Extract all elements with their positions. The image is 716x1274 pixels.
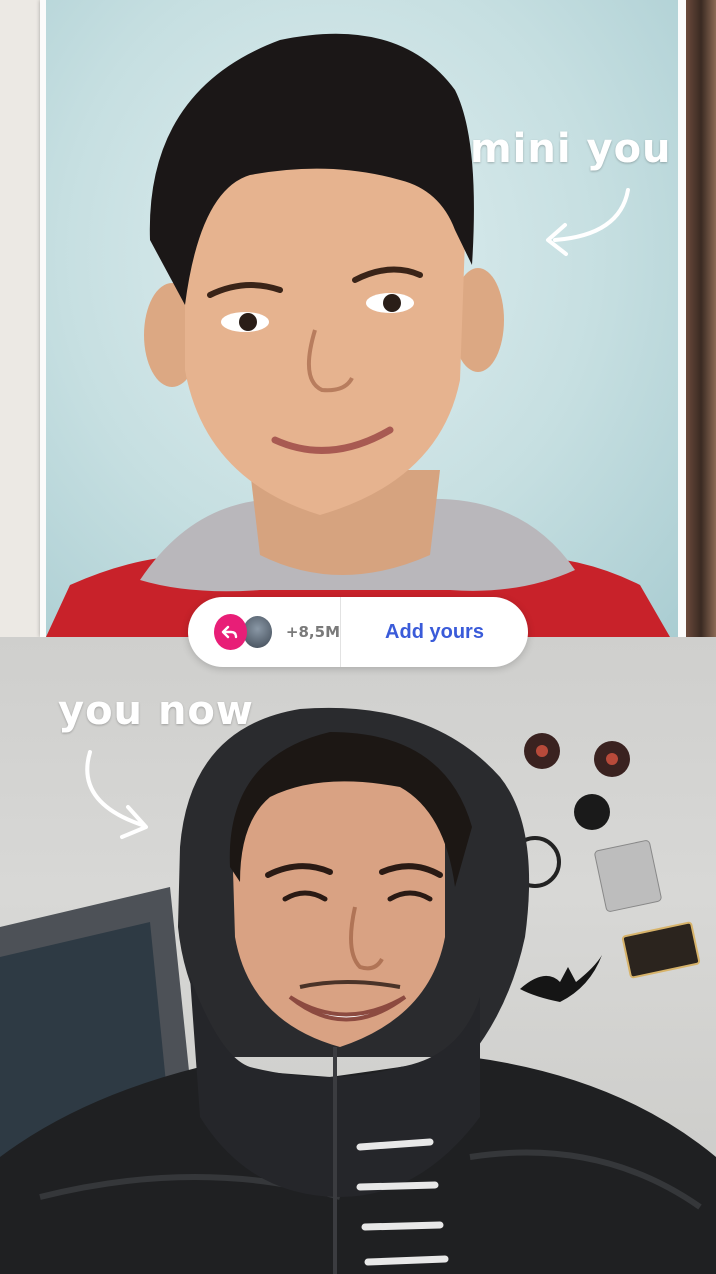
add-yours-button[interactable]: Add yours	[341, 621, 528, 644]
participant-count: +8,5M	[285, 623, 340, 641]
participants-group[interactable]: +8,5M	[188, 614, 340, 650]
reply-arrow-icon	[214, 614, 247, 650]
add-yours-sticker[interactable]: +8,5M Add yours	[188, 597, 528, 667]
child-portrait	[46, 33, 670, 637]
childhood-photo: mini you	[0, 0, 716, 637]
caption-mini-you: mini you	[470, 126, 672, 172]
caption-you-now: you now	[58, 688, 254, 734]
